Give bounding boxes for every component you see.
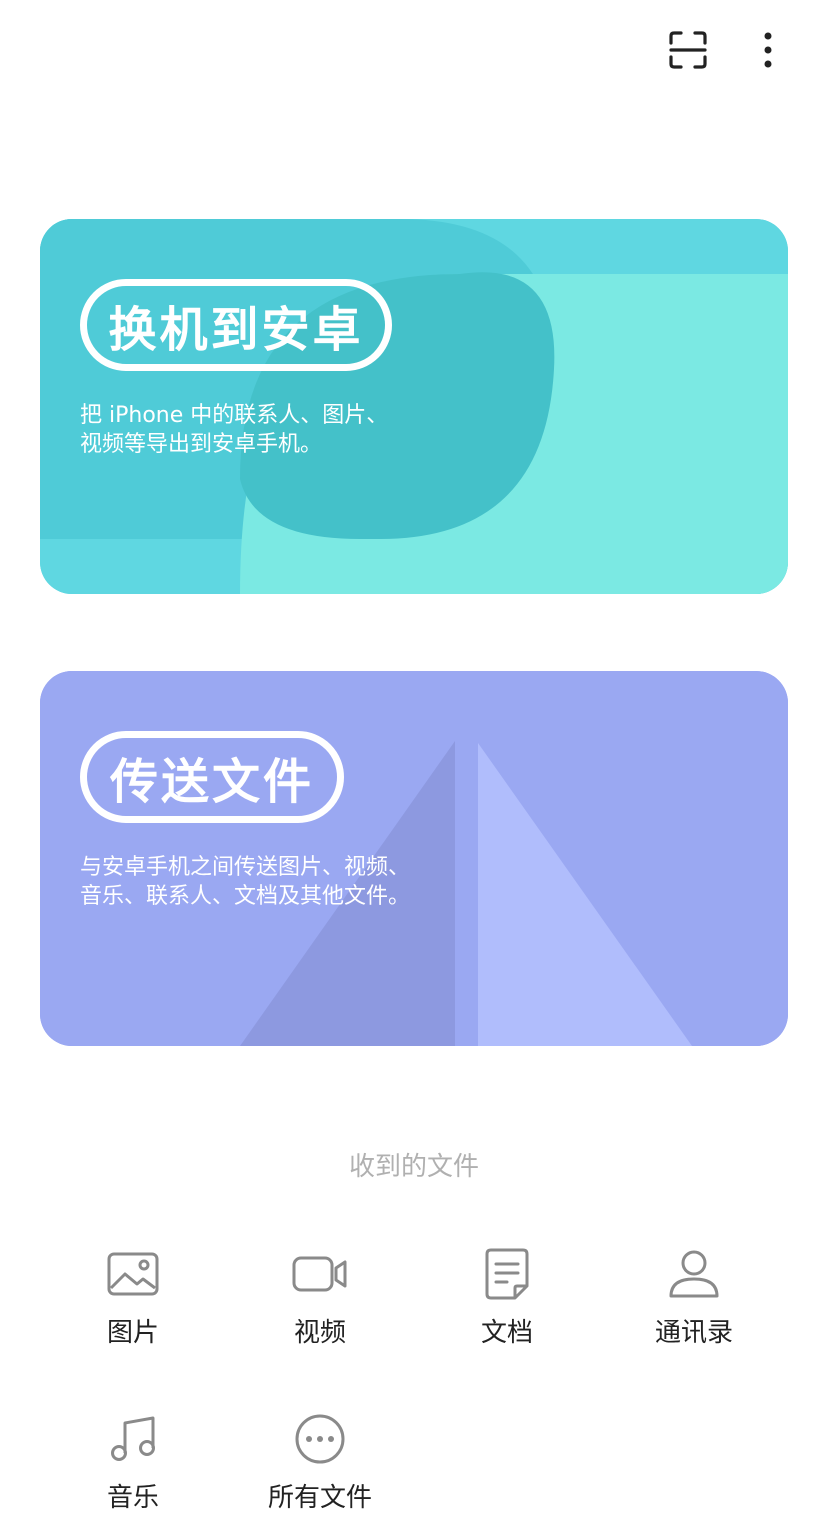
category-documents[interactable]: 文档 <box>427 1246 587 1356</box>
category-label: 通讯录 <box>654 1318 733 1348</box>
document-icon <box>485 1248 529 1300</box>
switch-to-android-card[interactable]: 换机到安卓 把 iPhone 中的联系人、图片、视频等导出到安卓手机。 <box>40 219 788 594</box>
transfer-files-title: 传送文件 <box>80 731 344 823</box>
received-files-heading: 收到的文件 <box>348 1152 479 1182</box>
scan-button[interactable] <box>666 28 710 72</box>
category-label: 音乐 <box>106 1483 159 1513</box>
category-label: 图片 <box>106 1318 159 1348</box>
transfer-files-card[interactable]: 传送文件 与安卓手机之间传送图片、视频、音乐、联系人、文档及其他文件。 <box>40 671 788 1046</box>
category-music[interactable]: 音乐 <box>53 1411 213 1521</box>
category-label: 文档 <box>480 1318 533 1348</box>
more-vertical-icon <box>764 32 772 68</box>
category-label: 视频 <box>293 1318 346 1348</box>
category-contacts[interactable]: 通讯录 <box>614 1246 774 1356</box>
category-images[interactable]: 图片 <box>53 1246 213 1356</box>
category-all-files[interactable]: 所有文件 <box>240 1411 400 1521</box>
category-videos[interactable]: 视频 <box>240 1246 400 1356</box>
more-options-button[interactable] <box>746 28 790 72</box>
switch-to-android-description: 把 iPhone 中的联系人、图片、视频等导出到安卓手机。 <box>80 403 389 457</box>
scan-icon <box>669 31 707 69</box>
contacts-icon <box>669 1250 719 1298</box>
category-label: 所有文件 <box>267 1483 372 1513</box>
transfer-files-description: 与安卓手机之间传送图片、视频、音乐、联系人、文档及其他文件。 <box>80 855 411 909</box>
more-files-icon <box>295 1414 345 1464</box>
video-icon <box>292 1256 347 1292</box>
music-icon <box>111 1416 155 1461</box>
switch-to-android-title: 换机到安卓 <box>80 279 392 371</box>
image-icon <box>107 1252 159 1296</box>
